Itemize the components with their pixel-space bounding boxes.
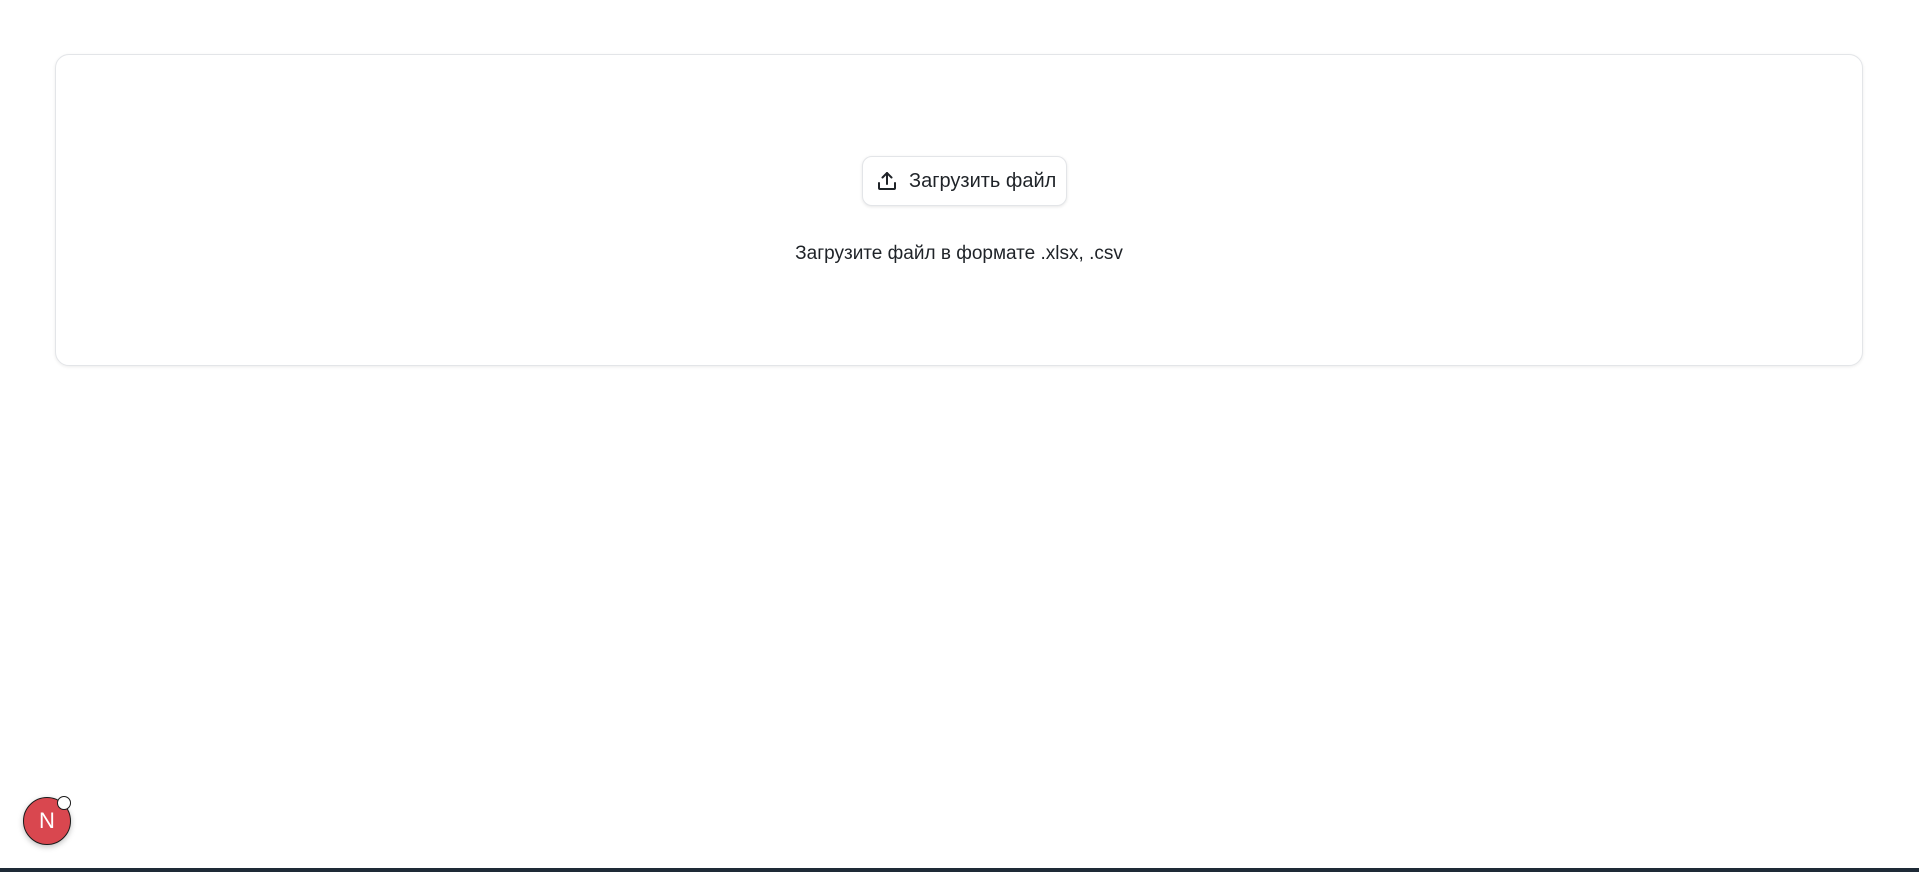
notification-dot-icon (57, 796, 71, 810)
bottom-bar (0, 868, 1919, 872)
upload-button-label: Загрузить файл (909, 169, 1057, 192)
upload-file-button[interactable]: Загрузить файл (862, 156, 1068, 206)
avatar-container[interactable]: N (23, 796, 71, 845)
upload-card: Загрузить файл Загрузите файл в формате … (55, 54, 1863, 366)
page: Загрузить файл Загрузите файл в формате … (0, 0, 1919, 872)
upload-hint-text: Загрузите файл в формате .xlsx, .csv (795, 243, 1123, 264)
upload-icon (875, 169, 899, 193)
